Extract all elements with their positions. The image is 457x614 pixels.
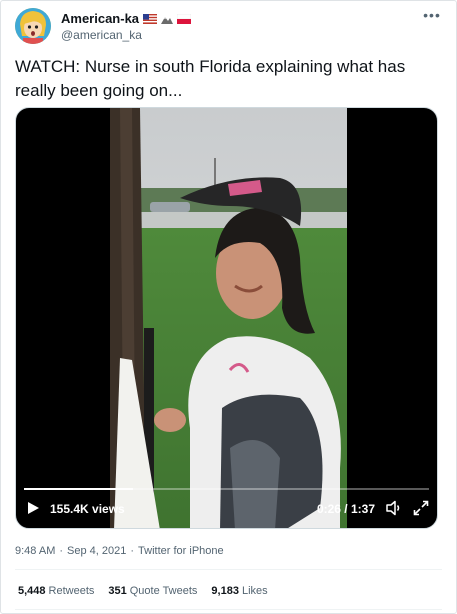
quote-tweets-stat[interactable]: 351 Quote Tweets bbox=[108, 584, 197, 598]
likes-count: 9,183 bbox=[211, 585, 239, 597]
separator: · bbox=[130, 545, 135, 557]
video-frame[interactable] bbox=[110, 108, 347, 528]
divider bbox=[15, 569, 442, 570]
avatar[interactable] bbox=[15, 8, 51, 44]
retweets-count: 5,448 bbox=[18, 585, 46, 597]
view-count: 155.4K views bbox=[50, 502, 125, 516]
tweet-header: American-ka @american_ka ••• bbox=[15, 7, 444, 47]
display-name-row: American-ka bbox=[61, 11, 192, 27]
us-flag-icon bbox=[143, 14, 158, 24]
tweet-text: WATCH: Nurse in south Florida explaining… bbox=[15, 55, 435, 103]
video-time: 0:26 / 1:37 bbox=[316, 502, 375, 516]
separator: · bbox=[59, 545, 64, 557]
flags bbox=[143, 14, 192, 24]
tweet-card: American-ka @american_ka ••• WATCH: Nurs… bbox=[0, 0, 457, 614]
retweets-stat[interactable]: 5,448 Retweets bbox=[18, 584, 94, 598]
tweet-meta: 9:48 AM · Sep 4, 2021 · Twitter for iPho… bbox=[15, 544, 224, 558]
tweet-text-line-2: really been going on... bbox=[15, 81, 183, 100]
progress-fill bbox=[24, 488, 133, 490]
handle[interactable]: @american_ka bbox=[61, 27, 191, 43]
tweet-time[interactable]: 9:48 AM bbox=[15, 544, 55, 558]
tweet-date[interactable]: Sep 4, 2021 bbox=[67, 544, 126, 558]
video-player[interactable]: 155.4K views 0:26 / 1:37 bbox=[15, 107, 438, 529]
mountain-icon bbox=[161, 17, 174, 24]
progress-bar[interactable] bbox=[24, 488, 429, 490]
poland-flag-icon bbox=[177, 14, 192, 24]
likes-label: Likes bbox=[241, 585, 268, 597]
more-options-icon[interactable]: ••• bbox=[422, 8, 442, 25]
video-still-image bbox=[110, 108, 347, 528]
volume-icon[interactable] bbox=[385, 500, 403, 516]
display-name[interactable]: American-ka bbox=[61, 11, 139, 27]
avatar-image bbox=[15, 8, 51, 44]
divider bbox=[15, 609, 442, 610]
play-icon[interactable] bbox=[26, 501, 40, 515]
fullscreen-icon[interactable] bbox=[413, 500, 429, 516]
quotes-count: 351 bbox=[108, 585, 127, 597]
tweet-source[interactable]: Twitter for iPhone bbox=[138, 544, 224, 558]
tweet-text-line-1: WATCH: Nurse in south Florida explaining… bbox=[15, 57, 406, 76]
video-controls: 155.4K views 0:26 / 1:37 bbox=[16, 484, 437, 528]
likes-stat[interactable]: 9,183 Likes bbox=[211, 584, 267, 598]
quotes-label: Quote Tweets bbox=[129, 585, 198, 597]
user-names[interactable]: American-ka @american_ka bbox=[61, 11, 192, 43]
retweets-label: Retweets bbox=[48, 585, 95, 597]
tweet-stats: 5,448 Retweets 351 Quote Tweets 9,183 Likes bbox=[18, 584, 268, 598]
